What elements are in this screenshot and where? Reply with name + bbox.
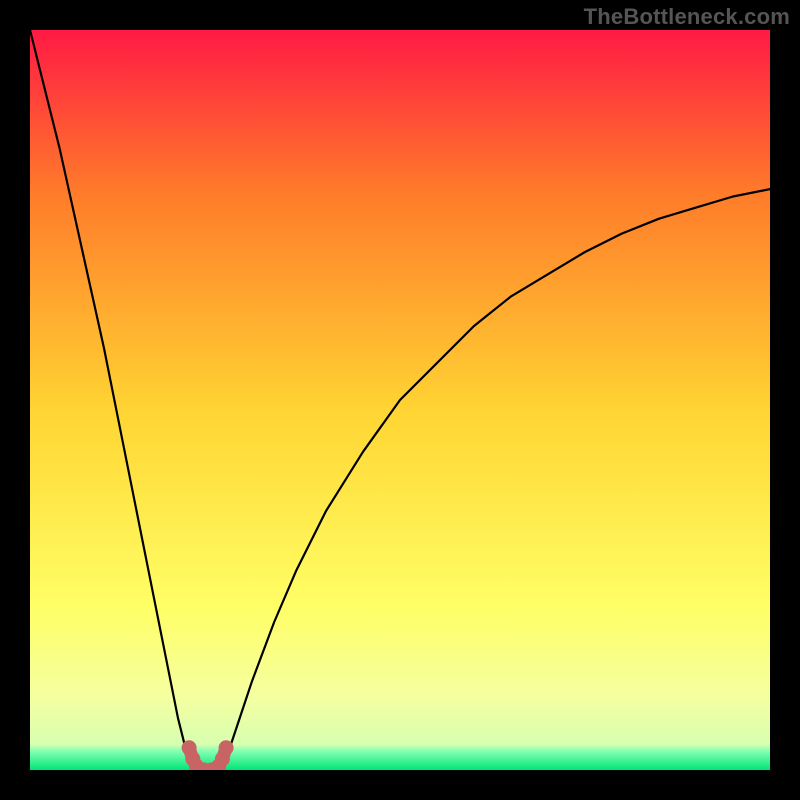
chart-frame: TheBottleneck.com	[0, 0, 800, 800]
marker-dot	[219, 740, 234, 755]
plot-area	[30, 30, 770, 770]
bottleneck-chart	[30, 30, 770, 770]
watermark-text: TheBottleneck.com	[584, 4, 790, 30]
